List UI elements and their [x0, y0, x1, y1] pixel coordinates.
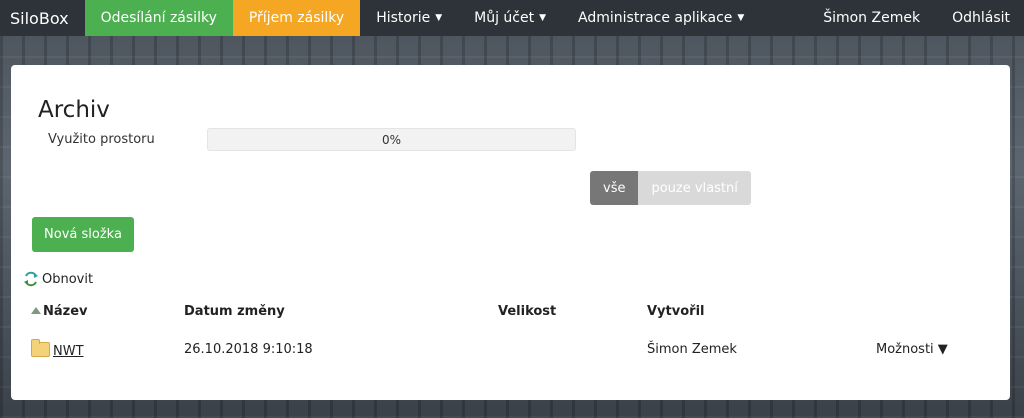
nav-history[interactable]: Historie ▼: [360, 0, 458, 36]
nav-send-shipment[interactable]: Odesílání zásilky: [84, 0, 233, 36]
row-name-cell: NWT: [31, 339, 84, 359]
column-header-name[interactable]: Název: [31, 304, 88, 319]
storage-usage-label: Využito prostoru: [48, 132, 155, 147]
storage-usage-progress: 0%: [207, 128, 576, 151]
row-modified-cell: 26.10.2018 9:10:18: [184, 342, 313, 357]
nav-receive-shipment[interactable]: Příjem zásilky: [232, 0, 361, 36]
refresh-icon: [24, 271, 38, 287]
column-header-creator[interactable]: Vytvořil: [647, 304, 704, 319]
nav-app-admin-label: Administrace aplikace: [578, 10, 733, 26]
nav-right-group: Šimon Zemek Odhlásit: [807, 0, 1024, 36]
row-creator-cell: Šimon Zemek: [647, 342, 737, 357]
column-header-size[interactable]: Velikost: [498, 304, 556, 319]
nav-send-shipment-label: Odesílání zásilky: [100, 10, 217, 26]
filter-own-button[interactable]: pouze vlastní: [638, 171, 751, 205]
nav-my-account[interactable]: Můj účet ▼: [458, 0, 562, 36]
top-navbar: SiloBox Odesílání zásilky Příjem zásilky…: [0, 0, 1024, 36]
ownership-filter: vše pouze vlastní: [590, 171, 751, 205]
nav-my-account-label: Můj účet: [474, 10, 535, 26]
new-folder-button[interactable]: Nová složka: [32, 217, 134, 252]
column-header-name-label: Název: [43, 304, 88, 319]
folder-icon: [31, 339, 50, 357]
nav-receive-shipment-label: Příjem zásilky: [248, 10, 345, 26]
sort-asc-icon: [31, 307, 41, 314]
page-title: Archiv: [38, 97, 110, 123]
caret-down-icon: ▼: [539, 13, 547, 23]
filter-all-button[interactable]: vše: [590, 171, 639, 205]
archive-panel: Archiv Využito prostoru 0% vše pouze vla…: [11, 65, 1010, 400]
column-header-modified[interactable]: Datum změny: [184, 304, 285, 319]
caret-down-icon: ▼: [435, 13, 443, 23]
nav-app-admin[interactable]: Administrace aplikace ▼: [562, 0, 760, 36]
refresh-link[interactable]: Obnovit: [23, 271, 93, 287]
nav-history-label: Historie: [376, 10, 431, 26]
folder-link[interactable]: NWT: [53, 344, 84, 359]
row-options-button[interactable]: Možnosti ▼: [876, 342, 948, 357]
nav-logout[interactable]: Odhlásit: [936, 0, 1024, 36]
nav-user[interactable]: Šimon Zemek: [807, 0, 936, 36]
caret-down-icon: ▼: [737, 13, 745, 23]
storage-usage-percent: 0%: [381, 132, 402, 147]
brand-logo[interactable]: SiloBox: [0, 0, 85, 36]
refresh-label: Obnovit: [42, 271, 94, 287]
